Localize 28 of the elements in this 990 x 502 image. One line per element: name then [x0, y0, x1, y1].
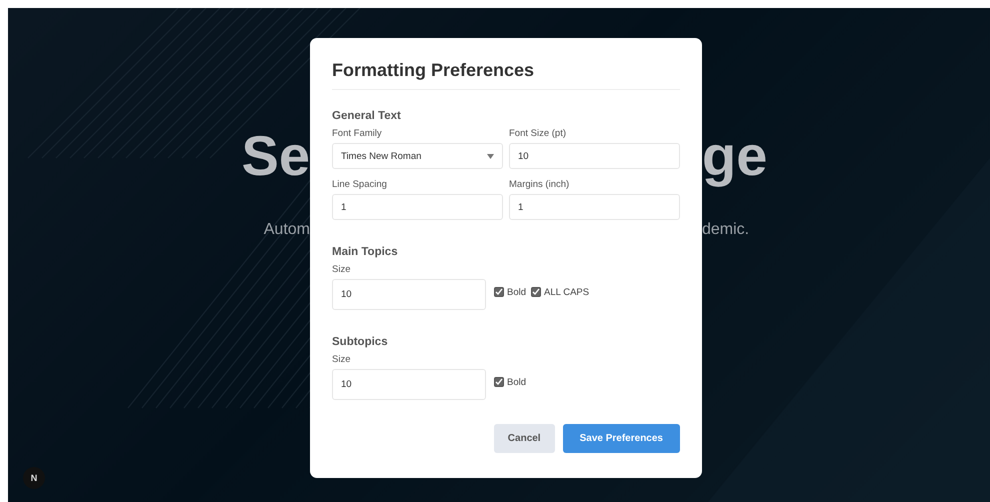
subtitle-text: demic.	[702, 222, 750, 238]
field-label: Font Size (pt)	[509, 128, 568, 139]
checkbox-label: Bold	[507, 376, 526, 388]
heading-text: Se	[242, 128, 310, 184]
dialog-title: Formatting Preferences	[332, 60, 680, 90]
input-field[interactable]: 10	[509, 143, 680, 169]
caret-icon	[487, 154, 494, 158]
field-label: Line Spacing	[332, 179, 388, 190]
input-field[interactable]: 10	[332, 369, 486, 400]
checkbox-label: ALL CAPS	[544, 286, 590, 298]
subtitle-text: Autom	[264, 222, 310, 238]
checkbox[interactable]	[531, 287, 542, 297]
field-label: Size	[332, 354, 352, 365]
section-heading: Subtopics	[332, 336, 389, 348]
cancel-button[interactable]: Cancel	[494, 424, 555, 453]
input-field[interactable]: 10	[332, 279, 486, 310]
checkbox[interactable]	[494, 287, 504, 297]
select-field[interactable]: Times New Roman	[332, 143, 503, 169]
section-heading: Main Topics	[332, 246, 399, 258]
field-label: Margins (inch)	[509, 179, 570, 190]
avatar-badge[interactable]: N	[23, 467, 45, 489]
input-field[interactable]: 1	[509, 194, 680, 220]
checkbox-label: Bold	[507, 286, 526, 298]
field-label: Font Family	[332, 128, 383, 139]
checkbox[interactable]	[494, 377, 504, 387]
input-field[interactable]: 1	[332, 194, 503, 220]
section-heading: General Text	[332, 110, 402, 122]
field-label: Size	[332, 264, 352, 275]
